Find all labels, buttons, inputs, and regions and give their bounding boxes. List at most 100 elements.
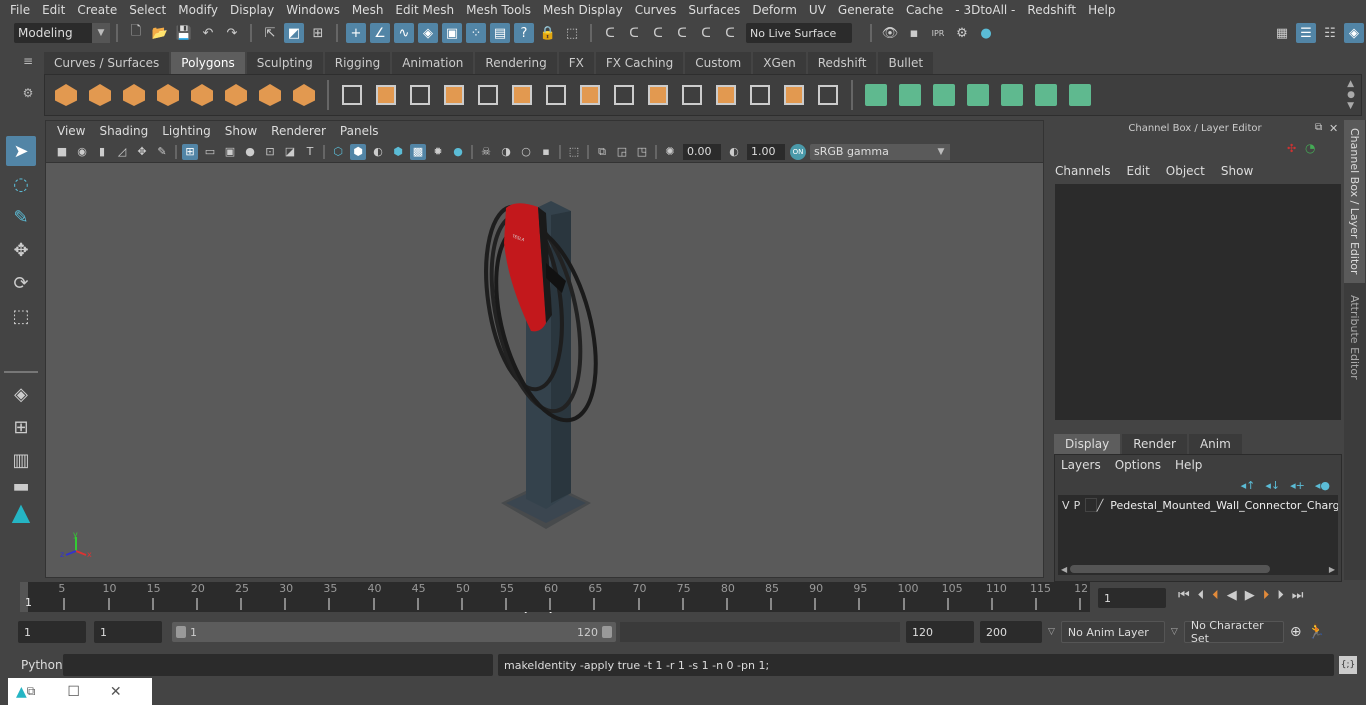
manipulator-icon[interactable]: ✣ [1287, 142, 1296, 155]
mode-dropdown[interactable]: Modeling ▼ [14, 23, 110, 43]
layer-row[interactable]: V P ╱ Pedestal_Mounted_Wall_Connector_Ch… [1058, 495, 1338, 515]
render-current-icon[interactable]: ▪ [904, 23, 924, 43]
merge-icon[interactable] [814, 81, 842, 109]
move-tool-icon[interactable]: ✥ [6, 235, 36, 265]
select-object-icon[interactable]: ◩ [284, 23, 304, 43]
shelf-tab-custom[interactable]: Custom [685, 52, 752, 74]
open-scene-icon[interactable]: 📂 [150, 23, 170, 43]
menu-create[interactable]: Create [71, 3, 123, 17]
single-view-layout-icon[interactable]: ◈ [6, 379, 36, 409]
hypershade-icon[interactable]: ● [976, 23, 996, 43]
channel-menu-edit[interactable]: Edit [1127, 164, 1150, 178]
shelf-tab-animation[interactable]: Animation [392, 52, 474, 74]
shelf-tab-fx-caching[interactable]: FX Caching [595, 52, 684, 74]
snap-point-icon[interactable]: ∿ [394, 23, 414, 43]
viewport-menu-view[interactable]: View [50, 124, 92, 138]
new-layer-icon[interactable]: ◂+ [1290, 479, 1305, 492]
layer-tab-render[interactable]: Render [1122, 434, 1187, 454]
undo-icon[interactable]: ↶ [198, 23, 218, 43]
magnet-live-icon[interactable]: ᑕ [696, 23, 716, 43]
xray-icon[interactable]: ☠ [478, 144, 494, 160]
menu-modify[interactable]: Modify [172, 3, 224, 17]
textured-icon[interactable]: ▩ [410, 143, 426, 160]
menu-redshift[interactable]: Redshift [1021, 3, 1082, 17]
default-material-icon[interactable]: ◐ [370, 144, 386, 160]
menu-file[interactable]: File [4, 3, 36, 17]
render-settings-gear-icon[interactable]: ⚙ [952, 23, 972, 43]
cone-icon[interactable] [154, 81, 182, 109]
command-input[interactable] [63, 654, 493, 676]
bridge-icon[interactable] [576, 81, 604, 109]
lock-icon[interactable]: 🔒 [538, 23, 558, 43]
time-slider[interactable]: 1 5 10 15 20 25 30 35 40 45 50 55 60 65 70 75 80 85 90 95 1… [20, 582, 1090, 612]
bevel-icon[interactable] [474, 81, 502, 109]
snap-vertex-icon[interactable]: ⁘ [466, 23, 486, 43]
shelf-tab-rigging[interactable]: Rigging [324, 52, 391, 74]
sphere-icon[interactable] [52, 81, 80, 109]
shelf-tab-rendering[interactable]: Rendering [475, 52, 557, 74]
magnet-point-icon[interactable]: ᑕ [648, 23, 668, 43]
menu-edit[interactable]: Edit [36, 3, 71, 17]
pyramid-icon[interactable] [256, 81, 284, 109]
pipe-icon[interactable] [290, 81, 318, 109]
resolution-gate-icon[interactable]: ▣ [222, 144, 238, 160]
range-start-handle[interactable] [176, 626, 186, 638]
float-panel-icon[interactable]: ⧉ [1315, 122, 1322, 133]
camera-icon[interactable]: ■ [54, 144, 70, 160]
outliner-layout-icon[interactable]: ▥ [6, 445, 36, 475]
lasso-tool-icon[interactable]: ◌ [6, 169, 36, 199]
snap-surface-icon[interactable]: ▣ [442, 23, 462, 43]
step-back-frame-icon[interactable]: ⏴ [1198, 588, 1205, 603]
isolate-select-icon[interactable]: ⬚ [566, 144, 582, 160]
graph-layout-icon[interactable]: ▬ [6, 476, 36, 497]
menu-mesh-tools[interactable]: Mesh Tools [460, 3, 537, 17]
layer-hscrollbar[interactable]: ◀ ▶ [1058, 563, 1338, 575]
play-forwards-icon[interactable]: ▶ [1245, 588, 1255, 603]
chevron-down-icon[interactable]: ▽ [1171, 627, 1178, 637]
script-editor-icon[interactable]: {;} [1339, 656, 1357, 674]
camera-attributes-icon[interactable]: ◉ [74, 144, 90, 160]
step-forward-key-icon[interactable]: ⏵ [1263, 588, 1270, 603]
scale-tool-icon[interactable]: ⬚ [6, 301, 36, 331]
viewport-menu-panels[interactable]: Panels [333, 124, 386, 138]
menu-cache[interactable]: Cache [900, 3, 949, 17]
extrude-icon[interactable] [508, 81, 536, 109]
menu-uv[interactable]: UV [803, 3, 832, 17]
use-all-lights-icon[interactable]: ✹ [430, 144, 446, 160]
render-settings-icon[interactable]: ▤ [490, 23, 510, 43]
multicut-icon[interactable] [542, 81, 570, 109]
grease-pencil-icon[interactable]: ✎ [154, 144, 170, 160]
safe-action-icon[interactable]: ◪ [282, 144, 298, 160]
menu-help[interactable]: Help [1082, 3, 1121, 17]
offset-loop-icon[interactable] [712, 81, 740, 109]
animation-preferences-icon[interactable]: 🏃 [1308, 624, 1325, 640]
render-view-icon[interactable]: 👁 [880, 23, 900, 43]
menu-deform[interactable]: Deform [746, 3, 803, 17]
gear-icon[interactable]: ⚙ [18, 86, 38, 100]
cylinder-icon[interactable] [120, 81, 148, 109]
gamma-field[interactable]: 1.00 [747, 143, 785, 160]
3d-scene[interactable]: TESLA persp y x z [46, 163, 1043, 614]
paint-select-tool-icon[interactable]: ✎ [6, 202, 36, 232]
move-layer-up-icon[interactable]: ◂↑ [1241, 479, 1256, 492]
select-tool-icon[interactable]: ➤ [6, 136, 36, 166]
go-to-start-icon[interactable]: ⏮ [1178, 588, 1190, 603]
frame-all-icon[interactable]: ⧉ [594, 144, 610, 160]
close-icon[interactable]: ✕ [1329, 122, 1338, 135]
auto-key-icon[interactable]: ⊕ [1290, 624, 1302, 640]
save-scene-icon[interactable]: 💾 [174, 23, 194, 43]
wireframe-icon[interactable]: ⬡ [330, 144, 346, 160]
cube-icon[interactable] [86, 81, 114, 109]
shelf-tab-sculpting[interactable]: Sculpting [246, 52, 323, 74]
close-icon[interactable]: ✕ [110, 684, 122, 700]
film-gate-icon[interactable]: ▭ [202, 144, 218, 160]
speed-icon[interactable]: ◔ [1305, 141, 1315, 155]
end-time-field[interactable]: 200 [980, 621, 1042, 643]
menu-mesh-display[interactable]: Mesh Display [537, 3, 629, 17]
layer-color-icon[interactable]: ╱ [1097, 499, 1111, 512]
layer-visibility-toggle[interactable]: V [1062, 499, 1074, 512]
split-icon[interactable] [746, 81, 774, 109]
step-forward-frame-icon[interactable]: ⏵ [1277, 588, 1284, 603]
antialiasing-icon[interactable]: ▪ [538, 144, 554, 160]
frame-selected-icon[interactable]: ◲ [614, 144, 630, 160]
